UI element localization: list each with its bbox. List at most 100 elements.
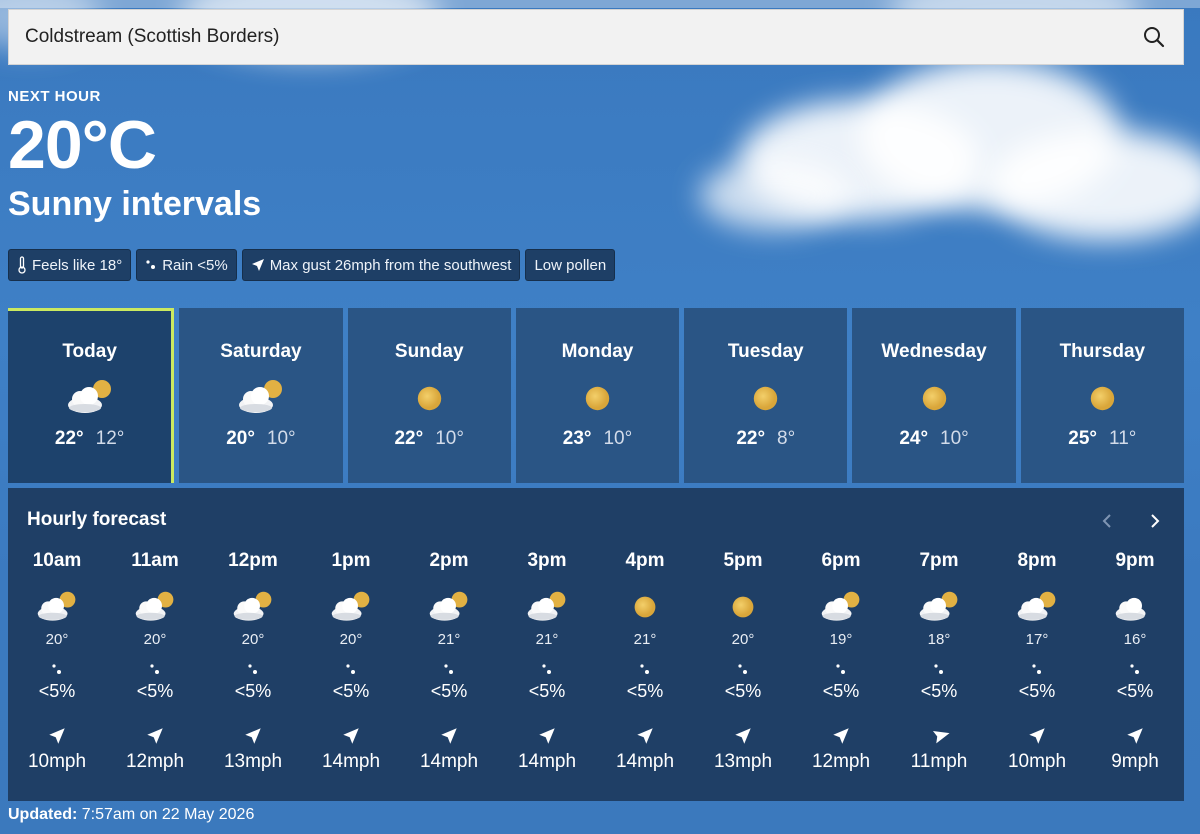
sun-icon: [852, 378, 1015, 418]
day-high-temp: 20°: [226, 428, 255, 449]
hour-wind-speed: 14mph: [321, 751, 381, 772]
sun-behind-cloud-icon: [204, 587, 302, 627]
raindrops-icon: [400, 662, 498, 678]
sun-icon: [694, 587, 792, 627]
day-card-tuesday[interactable]: Tuesday 22° 8°: [684, 308, 848, 483]
updated-text: 7:57am on 22 May 2026: [81, 806, 255, 823]
raindrops-icon: [8, 662, 106, 678]
updated-label: Updated:: [8, 806, 78, 823]
day-low-temp: 8°: [777, 428, 796, 449]
hourly-forecast-title: Hourly forecast: [27, 509, 167, 530]
hour-time: 10am: [32, 550, 82, 571]
day-high-temp: 25°: [1068, 428, 1098, 449]
wind-direction-icon: [498, 726, 596, 746]
day-high-temp: 22°: [394, 428, 424, 449]
day-low-temp: 10°: [603, 428, 633, 449]
hour-wind-speed: 9mph: [1111, 751, 1159, 772]
condition-chips: Feels like 18° Rain <5% Max gust 26mph f…: [8, 249, 616, 281]
hour-wind-speed: 13mph: [223, 751, 283, 772]
day-high-temp: 24°: [899, 428, 929, 449]
hour-time: 12pm: [228, 550, 278, 571]
hour-rain-chance: <5%: [724, 681, 762, 701]
rain-text: Rain <5%: [162, 256, 228, 274]
day-temperatures: 22° 8°: [684, 428, 847, 450]
raindrops-icon: [1086, 662, 1184, 678]
hour-time: 3pm: [527, 550, 567, 571]
hour-temperature: 18°: [927, 631, 951, 648]
hour-temperature: 19°: [829, 631, 853, 648]
wind-direction-icon: [890, 726, 988, 746]
hour-rain-chance: <5%: [528, 681, 566, 701]
day-name: Tuesday: [727, 341, 804, 362]
day-low-temp: 12°: [95, 428, 125, 449]
day-low-temp: 10°: [435, 428, 464, 449]
hour-wind-speed: 14mph: [517, 751, 577, 772]
next-hours-button[interactable]: [1141, 508, 1169, 534]
hour-rain-chance: <5%: [920, 681, 958, 701]
day-card-sunday[interactable]: Sunday 22° 10°: [347, 308, 511, 483]
wind-gust-chip: Max gust 26mph from the southwest: [241, 249, 521, 281]
hour-rain-chance: <5%: [234, 681, 272, 701]
feels-like-text: Feels like 18°: [32, 256, 123, 274]
hour-wind-speed: 10mph: [1007, 751, 1067, 772]
hour-wind-speed: 12mph: [811, 751, 871, 772]
day-card-thursday[interactable]: Thursday 25° 11°: [1020, 308, 1184, 483]
day-temperatures: 24° 10°: [852, 428, 1015, 450]
hour-time: 11am: [131, 550, 179, 571]
hour-column: 7pm 18° <5% 11mph: [890, 550, 988, 773]
location-search-bar[interactable]: Coldstream (Scottish Borders): [8, 9, 1184, 65]
hour-column: 8pm 17° <5% 10mph: [988, 550, 1086, 773]
wind-gust-text: Max gust 26mph from the southwest: [269, 256, 512, 274]
hour-time: 6pm: [821, 550, 861, 571]
day-low-temp: 10°: [266, 428, 296, 449]
day-name: Sunday: [394, 341, 464, 362]
location-search-input[interactable]: Coldstream (Scottish Borders): [25, 26, 1141, 48]
day-card-wednesday[interactable]: Wednesday 24° 10°: [852, 308, 1016, 483]
raindrops-icon: [106, 662, 204, 678]
sun-icon: [1021, 378, 1184, 418]
hour-wind-speed: 14mph: [419, 751, 479, 772]
sun-icon: [348, 378, 511, 418]
hour-wind-speed: 10mph: [27, 751, 87, 772]
day-temperatures: 20° 10°: [179, 428, 342, 450]
hour-temperature: 20°: [339, 631, 363, 648]
hour-temperature: 21°: [437, 631, 461, 648]
hour-time: 1pm: [331, 550, 371, 571]
hour-column: 9pm 16° <5% 9mph: [1086, 550, 1184, 773]
wind-direction-icon: [596, 726, 694, 746]
updated-timestamp: Updated: 7:57am on 22 May 2026: [8, 806, 254, 824]
feels-like-chip: Feels like 18°: [8, 249, 132, 281]
thermometer-icon: [18, 256, 26, 274]
pollen-chip: Low pollen: [525, 249, 616, 281]
day-name: Today: [62, 341, 117, 362]
day-card-monday[interactable]: Monday 23° 10°: [515, 308, 680, 483]
hour-temperature: 17°: [1025, 631, 1049, 648]
previous-hours-button[interactable]: [1093, 508, 1121, 534]
rain-chip: Rain <5%: [136, 249, 237, 281]
search-icon[interactable]: [1141, 24, 1167, 50]
day-card-saturday[interactable]: Saturday 20° 10°: [179, 308, 343, 483]
raindrops-icon: [204, 662, 302, 678]
hour-time: 5pm: [723, 550, 763, 571]
hour-time: 2pm: [429, 550, 469, 571]
hour-temperature: 20°: [731, 631, 755, 648]
wind-direction-icon: [204, 726, 302, 746]
wind-direction-icon: [988, 726, 1086, 746]
hour-rain-chance: <5%: [38, 681, 76, 701]
hour-temperature: 20°: [143, 631, 167, 648]
raindrops-icon: [596, 662, 694, 678]
hour-rain-chance: <5%: [626, 681, 664, 701]
day-card-today[interactable]: Today 22° 12°: [8, 308, 175, 483]
day-name: Wednesday: [881, 341, 987, 362]
wind-direction-icon: [400, 726, 498, 746]
sun-behind-cloud-icon: [400, 587, 498, 627]
pollen-text: Low pollen: [534, 256, 607, 274]
day-temperatures: 22° 10°: [348, 428, 511, 450]
hour-column: 1pm 20° <5% 14mph: [302, 550, 400, 773]
wind-direction-icon: [106, 726, 204, 746]
hour-temperature: 20°: [45, 631, 69, 648]
current-conditions: NEXT HOUR 20°C Sunny intervals: [8, 88, 261, 224]
wind-direction-icon: [8, 726, 106, 746]
hour-temperature: 21°: [535, 631, 559, 648]
day-high-temp: 23°: [562, 428, 592, 449]
